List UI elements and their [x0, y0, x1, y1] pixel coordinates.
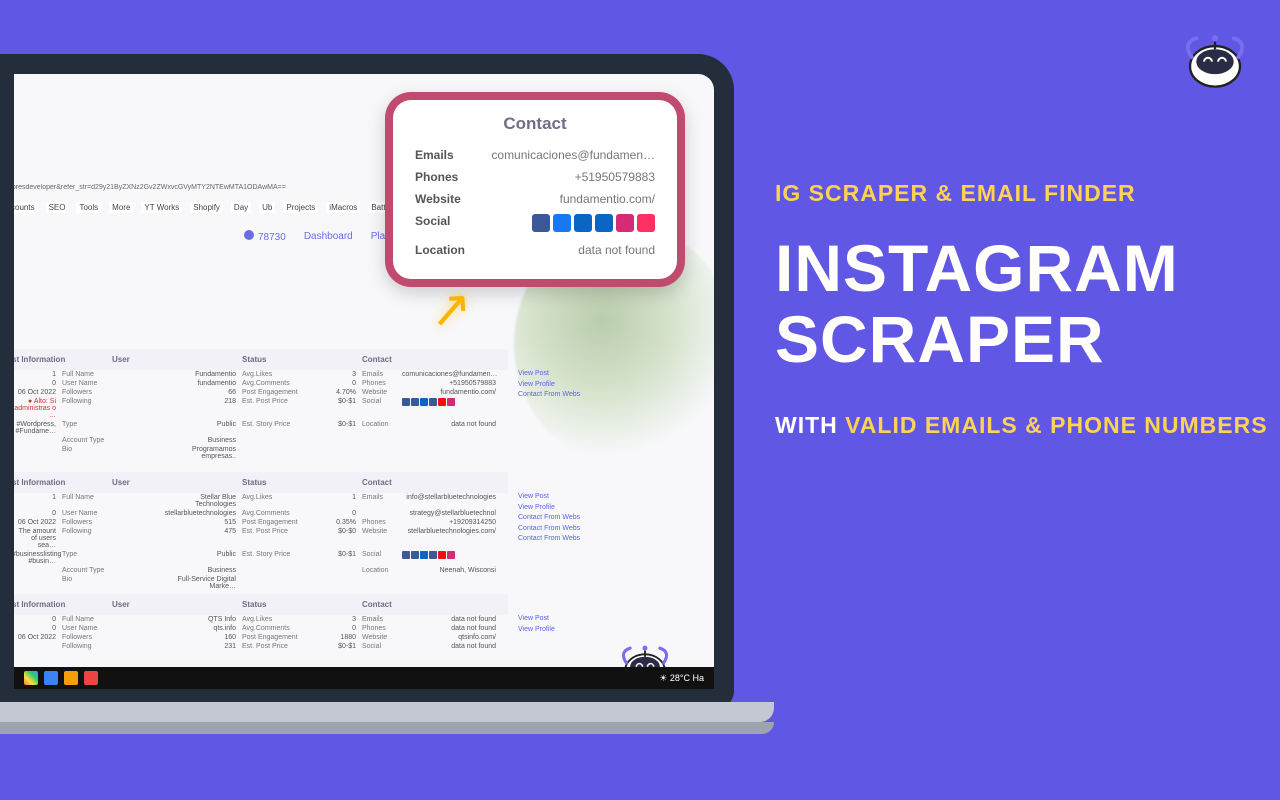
bookmark-item[interactable]: iMacros — [326, 202, 360, 213]
action-links: View PostView ProfileContact From Webs — [518, 369, 618, 401]
bookmark-item[interactable]: Tools — [76, 202, 101, 213]
arrow-icon: ↗ — [428, 279, 474, 340]
contact-popup: Contact Emails comunicaciones@fundamen… … — [385, 92, 685, 287]
table-row: 0User NamestellarbluetechnologiesAvg.Com… — [8, 509, 508, 518]
column-header: User — [112, 478, 242, 487]
table-row: Account TypeBusinessLocationNeenah, Wisc… — [8, 566, 508, 575]
windows-taskbar[interactable]: ☀ 28°C Ha — [14, 667, 714, 689]
column-header: Contact — [362, 478, 502, 487]
social-icon[interactable] — [637, 214, 655, 232]
table-row: 0User Nameqts.infoAvg.Comments0Phonesdat… — [8, 624, 508, 633]
popup-emails-row: Emails comunicaciones@fundamen… — [415, 144, 655, 166]
social-icon[interactable] — [553, 214, 571, 232]
table-row: The amount of users sea…Following475Est.… — [8, 527, 508, 550]
taskbar-apps[interactable] — [24, 671, 98, 685]
table-row: BioProgramamos empresas.. — [8, 445, 508, 461]
credits-badge: 78730 — [244, 230, 286, 243]
social-icon[interactable] — [595, 214, 613, 232]
popup-title: Contact — [415, 114, 655, 134]
record-block: st InformationUserStatusContact 0Full Nam… — [8, 594, 508, 651]
table-row: #businesslisting #busin…TypePublicEst. S… — [8, 550, 508, 566]
link[interactable]: Contact From Webs — [518, 524, 618, 535]
column-header: Status — [242, 478, 362, 487]
link[interactable]: View Profile — [518, 380, 618, 391]
link[interactable]: View Profile — [518, 503, 618, 514]
link[interactable]: View Post — [518, 492, 618, 503]
table-row: Following231Est. Post Price$0-$1Socialda… — [8, 642, 508, 651]
marketing-title: INSTAGRAM SCRAPER — [775, 233, 1275, 376]
social-icon[interactable] — [532, 214, 550, 232]
bookmark-item[interactable]: More — [109, 202, 133, 213]
link[interactable]: View Post — [518, 614, 618, 625]
column-header: User — [112, 355, 242, 364]
popup-location-row: Location data not found — [415, 239, 655, 261]
action-links: View PostView ProfileContact From WebsCo… — [518, 492, 618, 545]
column-header: Status — [242, 600, 362, 609]
social-icon[interactable] — [574, 214, 592, 232]
table-row: 06 Oct 2022Followers515Post Engagement0.… — [8, 518, 508, 527]
bookmark-item[interactable]: Day — [231, 202, 251, 213]
table-row: 1Full NameStellar Blue TechnologiesAvg.L… — [8, 493, 508, 509]
column-header: Contact — [362, 600, 502, 609]
table-row: 06 Oct 2022Followers66Post Engagement4.7… — [8, 388, 508, 397]
link[interactable]: Contact From Webs — [518, 534, 618, 545]
link[interactable]: Contact From Webs — [518, 513, 618, 524]
column-header: Contact — [362, 355, 502, 364]
robot-logo-icon — [1176, 18, 1254, 96]
bookmark-item[interactable]: YT Works — [141, 202, 182, 213]
action-links: View PostView Profile — [518, 614, 618, 635]
popup-phones-row: Phones +51950579883 — [415, 166, 655, 188]
link[interactable]: Contact From Webs — [518, 390, 618, 401]
marketing-subtitle: WITH VALID EMAILS & PHONE NUMBERS — [775, 406, 1275, 445]
taskbar-weather: ☀ 28°C Ha — [659, 673, 704, 684]
bookmark-item[interactable]: Projects — [283, 202, 318, 213]
app-header: 78730 Dashboard Platform — [244, 230, 408, 243]
marketing-tagline: IG SCRAPER & EMAIL FINDER — [775, 180, 1275, 207]
table-row: Account TypeBusiness — [8, 436, 508, 445]
table-row: BioFull-Service Digital Marke… — [8, 575, 508, 591]
table-row: 0Full NameQTS InfoAvg.Likes3Emailsdata n… — [8, 615, 508, 624]
bookmark-item[interactable]: SEO — [46, 202, 69, 213]
column-header: st Information — [12, 600, 112, 609]
bookmark-item[interactable]: Shopify — [190, 202, 223, 213]
table-row: #Wordpress, #Fundame…TypePublicEst. Stor… — [8, 420, 508, 436]
column-header: st Information — [12, 478, 112, 487]
link[interactable]: View Profile — [518, 625, 618, 636]
record-block: st InformationUserStatusContact 1Full Nam… — [8, 472, 508, 591]
table-row: 1Full NameFundamentioAvg.Likes3Emailscom… — [8, 370, 508, 379]
column-header: Status — [242, 355, 362, 364]
social-icon[interactable] — [616, 214, 634, 232]
record-block: st InformationUserStatusContact 1Full Nam… — [8, 349, 508, 461]
table-row: ● Alto: Si administras o …Following218Es… — [8, 397, 508, 420]
column-header: st Information — [12, 355, 112, 364]
table-row: 0User NamefundamentioAvg.Comments0Phones… — [8, 379, 508, 388]
laptop-base — [0, 702, 774, 722]
table-row: 06 Oct 2022Followers160Post Engagement18… — [8, 633, 508, 642]
nav-dashboard[interactable]: Dashboard — [304, 231, 353, 242]
link[interactable]: View Post — [518, 369, 618, 380]
bookmark-item[interactable]: Ub — [259, 202, 275, 213]
column-header: User — [112, 600, 242, 609]
popup-social-row: Social — [415, 210, 655, 239]
bookmark-item[interactable]: counts — [8, 202, 38, 213]
popup-website-row: Website fundamentio.com/ — [415, 188, 655, 210]
